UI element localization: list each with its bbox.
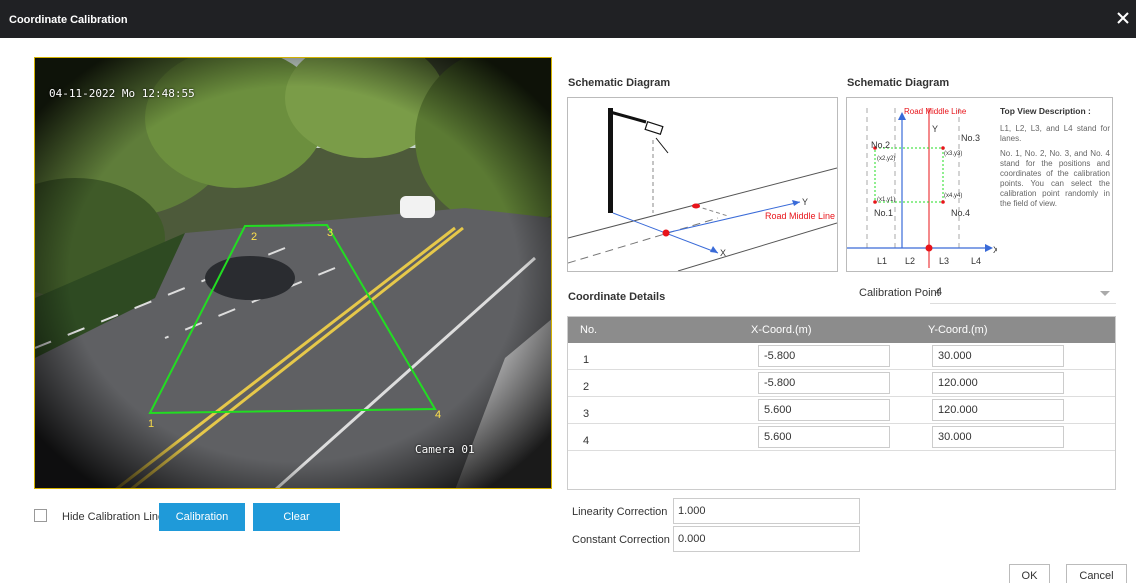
side-axis-y: Y [802,197,808,207]
window-title: Coordinate Calibration [9,14,128,26]
x-coord-input[interactable]: 5.600 [758,399,890,421]
description-heading: Top View Description : [1000,106,1091,116]
calibration-point-select[interactable]: 4 [930,282,1116,304]
table-row: 3 5.600 120.000 [568,397,1115,424]
osd-timestamp: 04-11-2022 Mo 12:48:55 [49,87,195,100]
x-coord-input[interactable]: -5.800 [758,345,890,367]
cell-no: 3 [583,408,590,420]
schematic-title-left: Schematic Diagram [568,77,671,89]
column-x-coord: X-Coord.(m) [751,324,812,336]
table-row: 4 5.600 30.000 [568,424,1115,451]
lane-l3: L3 [939,256,949,266]
top-axis-x: X [993,245,997,255]
hide-calibration-lines-checkbox[interactable] [34,509,47,522]
calibration-point-label: Calibration Point [859,287,940,299]
top-view-description: Top View Description : L1, L2, L3, and L… [1000,106,1110,214]
top-no3: No.3 [961,133,980,143]
close-icon[interactable] [1116,10,1130,26]
cell-no: 4 [583,435,590,447]
cancel-button[interactable]: Cancel [1066,564,1127,583]
lane-l2: L2 [905,256,915,266]
column-y-coord: Y-Coord.(m) [928,324,988,336]
schematic-title-right: Schematic Diagram [847,77,950,89]
chevron-down-icon [1100,291,1110,296]
calibration-point-value: 4 [936,286,943,298]
side-road-middle-line: Road Middle Line [765,211,835,221]
clear-button[interactable]: Clear [253,503,340,531]
top-axis-y: Y [932,124,938,134]
linearity-correction-input[interactable]: 1.000 [673,498,860,524]
camera-view[interactable]: 1 2 3 4 04-11-2022 Mo 12:48:55 Camera 01 [34,57,552,489]
top-xy2: (x2,y2) [877,156,895,162]
x-coord-input[interactable]: -5.800 [758,372,890,394]
constant-correction-label: Constant Correction [572,534,670,546]
top-no1: No.1 [874,208,893,218]
description-lanes: L1, L2, L3, and L4 stand for lanes. [1000,124,1110,143]
lane-l1: L1 [877,256,887,266]
y-coord-input[interactable]: 30.000 [932,345,1064,367]
osd-camera-name: Camera 01 [415,443,475,456]
constant-correction-input[interactable]: 0.000 [673,526,860,552]
top-xy3: (x3,y3) [944,151,962,157]
column-no: No. [580,324,598,336]
table-header: No. X-Coord.(m) Y-Coord.(m) [568,317,1115,343]
lane-l4: L4 [971,256,981,266]
hide-calibration-lines-label: Hide Calibration Lines [62,511,170,523]
linearity-correction-label: Linearity Correction [572,506,668,518]
y-coord-input[interactable]: 120.000 [932,372,1064,394]
schematic-diagram-side: Y X Road Middle Line [567,97,838,272]
coordinate-table: No. X-Coord.(m) Y-Coord.(m) 1 -5.800 30.… [567,316,1116,490]
calibration-button[interactable]: Calibration [159,503,245,531]
cell-no: 1 [583,354,590,366]
table-row: 2 -5.800 120.000 [568,370,1115,397]
top-xy1: (x1,y1) [877,197,895,203]
description-points: No. 1, No. 2, No. 3, and No. 4 stand for… [1000,149,1110,208]
top-xy4: (x4,y4) [944,193,962,199]
y-coord-input[interactable]: 120.000 [932,399,1064,421]
cell-no: 2 [583,381,590,393]
top-no4: No.4 [951,208,970,218]
coordinate-details-title: Coordinate Details [568,291,666,303]
top-road-middle-line: Road Middle Line [904,107,967,116]
ok-button[interactable]: OK [1009,564,1050,583]
y-coord-input[interactable]: 30.000 [932,426,1064,448]
x-coord-input[interactable]: 5.600 [758,426,890,448]
side-axis-x: X [720,248,726,258]
table-row: 1 -5.800 30.000 [568,343,1115,370]
schematic-diagram-top: Road Middle Line Y X No.2 No.3 No.1 No.4… [846,97,1113,272]
title-bar: Coordinate Calibration [0,0,1136,38]
top-no2: No.2 [871,140,890,150]
